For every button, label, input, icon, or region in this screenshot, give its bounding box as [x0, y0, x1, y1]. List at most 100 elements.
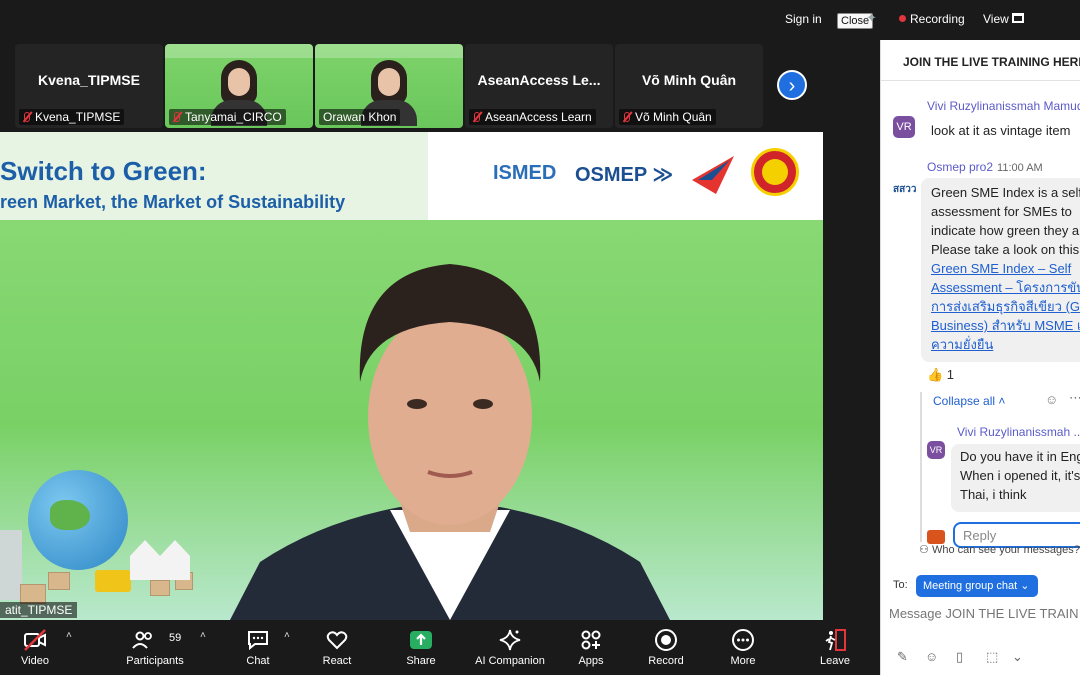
emoji-icon[interactable]: ☺: [925, 649, 938, 664]
video-options-caret[interactable]: ˄: [66, 630, 72, 641]
box-illustration: [48, 572, 70, 590]
record-icon: [655, 629, 677, 651]
screenshot-icon[interactable]: ⬚: [986, 649, 998, 665]
mic-muted-icon: [474, 112, 480, 122]
thumbs-up-reaction[interactable]: 👍 1: [927, 367, 954, 383]
osmep-logo: OSMEP ≫: [575, 164, 674, 186]
next-page-button[interactable]: ›: [777, 70, 807, 100]
people-icon: ⚇: [919, 544, 929, 556]
top-bar: Sign in Close ✦: [0, 0, 880, 40]
leave-button[interactable]: Leave: [815, 620, 855, 675]
more-icon: [732, 629, 754, 651]
who-can-see-messages[interactable]: ⚇ Who can see your messages?: [919, 543, 1080, 556]
chat-button[interactable]: Chat: [240, 620, 276, 675]
participant-label: Orawan Khon: [319, 109, 401, 125]
participant-label: AseanAccess Learn: [469, 109, 596, 125]
message-time: 11:00 AM: [997, 162, 1043, 174]
meeting-toolbar: Video ˄ Participants 59 ˄ Chat ˄ React S…: [0, 620, 880, 675]
message-text: look at it as vintage item: [931, 123, 1071, 138]
view-menu-button[interactable]: View: [983, 12, 1009, 26]
active-speaker-video: Switch to Green: reen Market, the Market…: [0, 132, 823, 620]
chat-title: JOIN THE LIVE TRAINING HERE: [903, 55, 1080, 69]
apps-button[interactable]: Apps: [572, 620, 610, 675]
sign-in-link[interactable]: Sign in: [785, 12, 822, 26]
ai-companion-button[interactable]: AI Companion: [470, 620, 550, 675]
chevron-up-icon: ˄: [998, 394, 1006, 408]
video-off-icon: [24, 629, 46, 651]
participant-label: Võ Minh Quân: [619, 109, 716, 125]
participant-name: Kvena_TIPMSE: [38, 72, 140, 88]
mic-muted-icon: [624, 112, 630, 122]
video-button[interactable]: Video: [10, 620, 60, 675]
chevron-down-icon: ⌄: [1020, 580, 1030, 592]
recording-dot-icon: [899, 15, 906, 22]
participant-label: Kvena_TIPMSE: [19, 109, 125, 125]
participant-thumbnail[interactable]: AseanAccess Le... AseanAccess Learn: [465, 44, 613, 128]
globe-illustration: [28, 470, 128, 570]
recipient-select[interactable]: Meeting group chat ⌄: [916, 575, 1038, 597]
format-icon[interactable]: ✎: [897, 649, 908, 665]
ismed-logo: ISMED: [493, 162, 557, 184]
asean-seal-logo: [751, 148, 799, 196]
slide-banner-thumbnail: [315, 44, 463, 58]
participants-icon: [132, 631, 152, 649]
message-text: Do you have it in English? When i opened…: [960, 449, 1080, 502]
speaker-person: [230, 264, 670, 620]
avatar: [927, 530, 945, 544]
record-button[interactable]: Record: [646, 620, 686, 675]
chat-panel: JOIN THE LIVE TRAINING HERE VR Vivi Ruzy…: [880, 40, 1080, 675]
message-sender[interactable]: Osmep pro2 11:00 AM: [927, 160, 1043, 174]
more-options-icon[interactable]: ⋯: [1069, 390, 1080, 406]
green-sme-index-link[interactable]: Green SME Index – Self Assessment – โครง…: [931, 259, 1080, 354]
message-text: Green SME Index is a self- assessment fo…: [931, 183, 1080, 354]
collapse-all-button[interactable]: Collapse all ˄: [933, 394, 1005, 408]
message-sender[interactable]: Vivi Ruzylinanissmah ...: [957, 425, 1080, 439]
participant-strip: Kvena_TIPMSE Kvena_TIPMSE Tanyamai_CIRCO…: [0, 40, 880, 132]
avatar: VR: [893, 116, 915, 138]
mic-muted-icon: [174, 112, 180, 122]
box-illustration: [150, 580, 170, 596]
building-illustration: [0, 530, 22, 600]
share-button[interactable]: Share: [402, 620, 440, 675]
speaker-name-label: atit_TIPMSE: [0, 602, 78, 618]
apps-icon: [581, 630, 601, 650]
chat-icon: [248, 631, 268, 651]
file-icon[interactable]: ▯: [956, 649, 963, 665]
participants-count: 59: [169, 632, 182, 644]
participant-thumbnail[interactable]: Võ Minh Quân Võ Minh Quân: [615, 44, 763, 128]
chevron-right-icon: ›: [788, 75, 796, 97]
slide-title: Switch to Green:: [0, 156, 207, 186]
chevron-down-icon[interactable]: ⌄: [1012, 649, 1023, 665]
participant-thumbnail[interactable]: Tanyamai_CIRCO: [165, 44, 313, 128]
sparkle-icon: [499, 629, 521, 651]
message-sender[interactable]: Vivi Ruzylinanissmah Mamuda: [927, 99, 1080, 113]
gallery-view-icon[interactable]: [1012, 13, 1024, 23]
participant-label: Tanyamai_CIRCO: [169, 109, 286, 125]
participant-name: Võ Minh Quân: [641, 72, 737, 88]
houses-illustration: [130, 540, 190, 580]
more-button[interactable]: More: [724, 620, 762, 675]
thread-line: [920, 392, 922, 542]
add-reaction-icon[interactable]: ☺: [1045, 392, 1058, 407]
zoom-meeting-window: Sign in Close ✦ Recording View Kvena_TIP…: [0, 0, 1080, 675]
chat-message-input[interactable]: [889, 602, 1079, 624]
chat-options-caret[interactable]: ˄: [284, 630, 290, 641]
slide-subtitle: reen Market, the Market of Sustainabilit…: [0, 192, 346, 212]
divider: [881, 80, 1080, 81]
heart-icon: [326, 631, 348, 650]
participants-options-caret[interactable]: ˄: [200, 630, 206, 641]
box-illustration: [20, 584, 46, 604]
asean-access-learn-logo: [692, 156, 734, 194]
truck-illustration: [95, 570, 131, 592]
share-screen-icon: [410, 631, 432, 649]
leave-icon: [825, 629, 846, 651]
recording-status[interactable]: Recording: [910, 12, 965, 26]
participants-button[interactable]: Participants: [125, 620, 185, 675]
participant-thumbnail[interactable]: Orawan Khon: [315, 44, 463, 128]
sparkle-icon[interactable]: ✦: [866, 10, 877, 26]
osmep-avatar: สสวว: [893, 184, 917, 195]
participant-thumbnail[interactable]: Kvena_TIPMSE Kvena_TIPMSE: [15, 44, 163, 128]
slide-banner-thumbnail: [165, 44, 313, 58]
participant-name: AseanAccess Le...: [477, 72, 601, 88]
react-button[interactable]: React: [318, 620, 356, 675]
